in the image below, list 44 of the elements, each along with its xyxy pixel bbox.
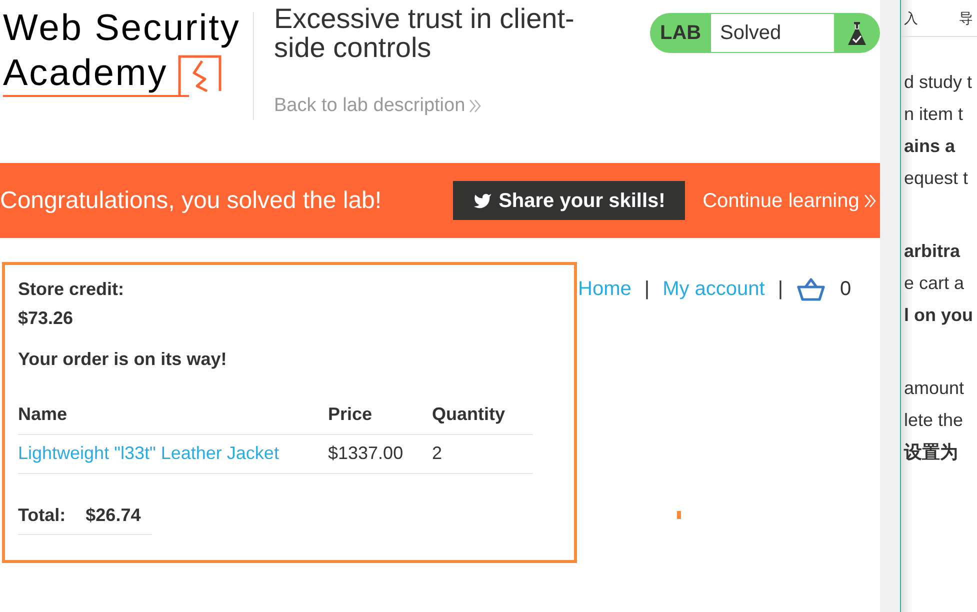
text-line: ains a (904, 135, 956, 158)
text-line: 设置为 (904, 441, 958, 464)
cart-link[interactable]: 0 (797, 277, 852, 301)
marker-icon (677, 511, 681, 519)
basket-icon (797, 277, 826, 301)
table-cell: 2 (432, 443, 442, 463)
text-line: lete the (904, 409, 964, 432)
total-label: Total: (18, 504, 66, 526)
logo-icon (178, 55, 222, 95)
double-chevron-icon (469, 99, 482, 113)
table-cell: $1337.00 (328, 443, 404, 463)
success-message: Congratulations, you solved the lab! (0, 186, 382, 216)
logo-text: Academy (3, 51, 168, 95)
store-credit-label: Store credit: (18, 278, 124, 301)
double-chevron-icon (864, 194, 878, 208)
total-value: $26.74 (86, 504, 141, 526)
share-button[interactable]: Share your skills! (452, 181, 685, 220)
continue-link[interactable]: Continue learning (702, 186, 878, 216)
bird-icon (472, 192, 492, 208)
nav-separator: | (644, 277, 650, 301)
store-credit-value: $73.26 (18, 307, 74, 330)
column-header: Price (328, 404, 372, 424)
lab-label: LAB (659, 21, 702, 46)
menu-item[interactable]: 导 (959, 8, 973, 28)
column-header: Quantity (432, 404, 506, 424)
nav-separator: | (778, 277, 784, 301)
text-line: arbitra (904, 240, 960, 263)
text-line: n item t (904, 103, 964, 126)
text-line: equest t (904, 167, 968, 190)
flask-check-icon (847, 20, 867, 46)
nav-link[interactable]: My account (662, 277, 765, 301)
status-text: Solved (711, 14, 834, 52)
lab-title: Excessive trust in client-side controls (274, 4, 576, 62)
text-line: e cart a (904, 272, 964, 295)
text-line: d study t (904, 71, 972, 94)
product-link[interactable]: Lightweight "l33t" Leather Jacket (18, 443, 279, 463)
text-line: amount (904, 377, 964, 400)
logo-text: Web Security (3, 6, 240, 50)
text-line: l on you (904, 304, 973, 327)
column-header: Name (18, 404, 68, 424)
menu-item[interactable]: 入 (904, 8, 918, 28)
nav-link[interactable]: Home (578, 277, 632, 301)
back-link[interactable]: Back to lab description (274, 94, 482, 118)
order-message: Your order is on its way! (18, 348, 227, 371)
